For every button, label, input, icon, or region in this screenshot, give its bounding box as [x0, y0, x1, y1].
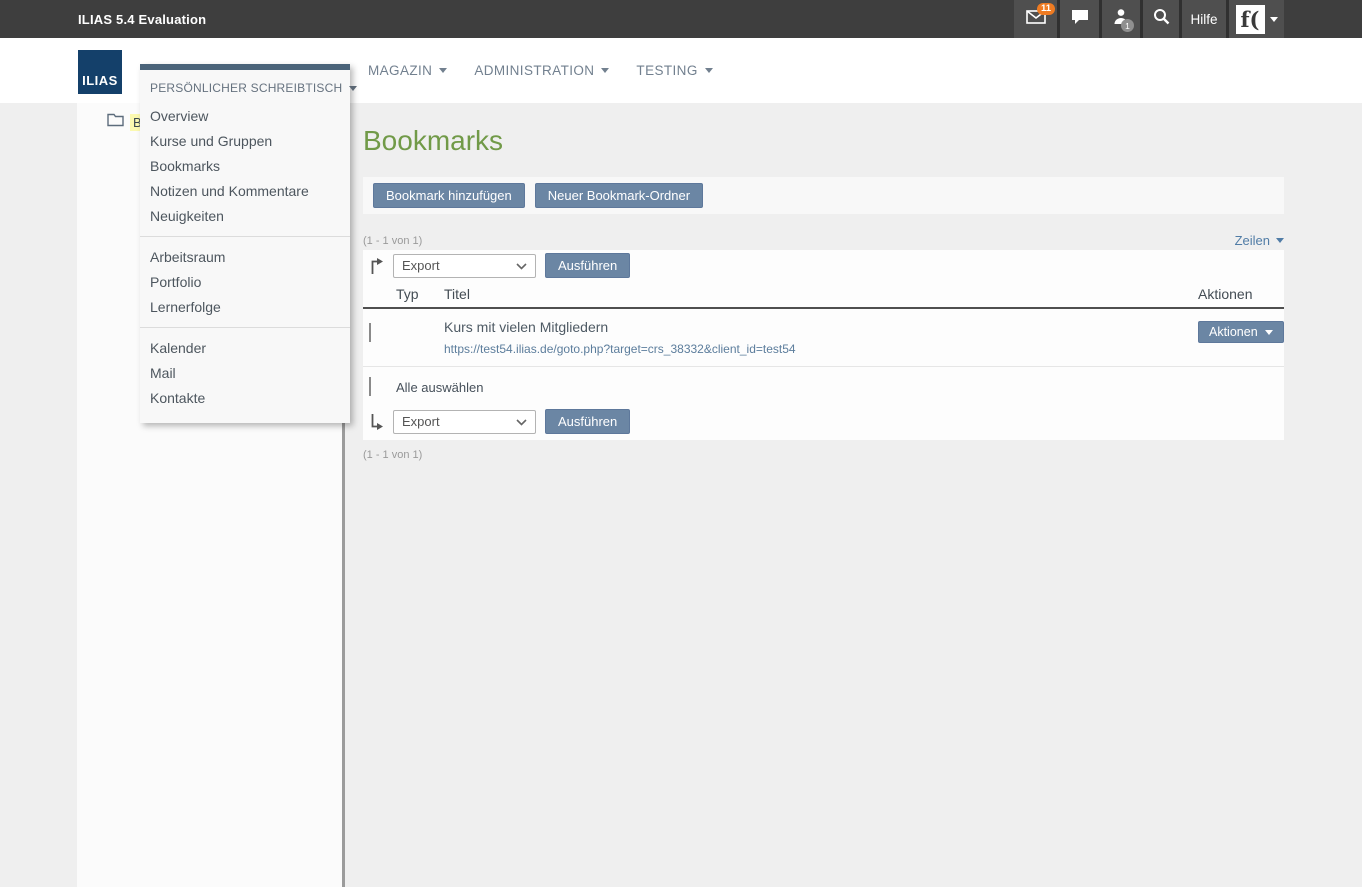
main-nav: MAGAZIN ADMINISTRATION TESTING — [368, 38, 713, 103]
ilias-logo[interactable]: ILIAS — [78, 50, 122, 94]
column-titel[interactable]: Titel — [444, 286, 1198, 302]
personal-desktop-dropdown: PERSÖNLICHER SCHREIBTISCH Overview Kurse… — [140, 64, 350, 423]
search-button[interactable] — [1143, 0, 1179, 38]
top-bar: ILIAS 5.4 Evaluation 11 1 — [0, 0, 1362, 38]
column-typ[interactable]: Typ — [396, 286, 444, 302]
add-bookmark-button[interactable]: Bookmark hinzufügen — [373, 183, 525, 208]
row-checkbox[interactable] — [369, 323, 371, 342]
select-all-label: Alle auswählen — [396, 380, 483, 395]
mail-button[interactable]: 11 — [1014, 0, 1057, 38]
chevron-down-icon — [705, 68, 713, 73]
help-button[interactable]: Hilfe — [1182, 0, 1226, 38]
dropdown-panel: PERSÖNLICHER SCHREIBTISCH Overview Kurse… — [140, 70, 350, 423]
chevron-down-icon — [601, 68, 609, 73]
column-aktionen: Aktionen — [1198, 286, 1268, 302]
bulk-action-select-bottom[interactable]: Export — [393, 410, 536, 434]
select-chevron-icon — [516, 414, 527, 429]
help-label: Hilfe — [1190, 12, 1217, 27]
table-row: Kurs mit vielen Mitgliedern https://test… — [363, 309, 1284, 367]
menu-item-notizen-und-kommentare[interactable]: Notizen und Kommentare — [140, 179, 350, 204]
nav-personal-desktop[interactable]: PERSÖNLICHER SCHREIBTISCH — [140, 70, 350, 104]
table-header-row: Typ Titel Aktionen — [363, 281, 1284, 309]
bookmark-url-link[interactable]: https://test54.ilias.de/goto.php?target=… — [444, 342, 1198, 356]
menu-item-arbeitsraum[interactable]: Arbeitsraum — [140, 245, 350, 270]
bookmark-title-link[interactable]: Kurs mit vielen Mitgliedern — [444, 319, 1198, 335]
execute-button-top[interactable]: Ausführen — [545, 253, 630, 278]
select-all-checkbox[interactable] — [369, 377, 371, 396]
new-bookmark-folder-button[interactable]: Neuer Bookmark-Ordner — [535, 183, 703, 208]
app-title: ILIAS 5.4 Evaluation — [78, 12, 206, 27]
menu-item-overview[interactable]: Overview — [140, 104, 350, 129]
menu-item-kalender[interactable]: Kalender — [140, 336, 350, 361]
chevron-down-icon — [1265, 330, 1273, 335]
nav-testing[interactable]: TESTING — [636, 63, 712, 78]
table-meta-row: (1 - 1 von 1) Zeilen — [363, 233, 1284, 248]
chat-button[interactable] — [1060, 0, 1099, 38]
page-toolbar: Bookmark hinzufügen Neuer Bookmark-Ordne… — [363, 177, 1284, 214]
bookmarks-table: Export Ausführen Typ Titel Aktionen Kurs… — [363, 250, 1284, 440]
chevron-down-icon — [1276, 238, 1284, 243]
menu-divider — [140, 236, 350, 237]
apply-up-arrow-icon — [369, 257, 384, 275]
main-content: Bookmarks Bookmark hinzufügen Neuer Book… — [363, 103, 1284, 461]
page-title: Bookmarks — [363, 125, 1284, 157]
nav-magazin[interactable]: MAGAZIN — [368, 63, 447, 78]
chevron-down-icon — [439, 68, 447, 73]
chevron-down-icon — [1270, 17, 1278, 22]
row-actions-button[interactable]: Aktionen — [1198, 321, 1284, 343]
bulk-action-select-top[interactable]: Export — [393, 254, 536, 278]
execute-button-bottom[interactable]: Ausführen — [545, 409, 630, 434]
menu-divider — [140, 327, 350, 328]
bulk-action-row-bottom: Export Ausführen — [363, 406, 1284, 440]
menu-item-bookmarks[interactable]: Bookmarks — [140, 154, 350, 179]
result-count-bottom: (1 - 1 von 1) — [363, 449, 1284, 461]
rows-dropdown[interactable]: Zeilen — [1235, 233, 1284, 248]
nav-administration[interactable]: ADMINISTRATION — [474, 63, 609, 78]
apply-down-arrow-icon — [369, 413, 384, 431]
user-count-badge: 1 — [1121, 19, 1134, 32]
search-icon — [1153, 8, 1170, 30]
folder-icon — [107, 113, 124, 132]
menu-item-kontakte[interactable]: Kontakte — [140, 386, 350, 411]
topbar-actions: 11 1 Hilfe f( — [1014, 0, 1284, 38]
menu-item-lernerfolge[interactable]: Lernerfolge — [140, 295, 350, 320]
ilias-screen: ILIAS 5.4 Evaluation 11 1 — [0, 0, 1362, 887]
menu-item-neuigkeiten[interactable]: Neuigkeiten — [140, 204, 350, 229]
user-button[interactable]: 1 — [1102, 0, 1140, 38]
bulk-action-row-top: Export Ausführen — [363, 250, 1284, 281]
menu-item-mail[interactable]: Mail — [140, 361, 350, 386]
select-chevron-icon — [516, 258, 527, 273]
chevron-down-icon — [349, 86, 357, 91]
client-logo: f( — [1236, 5, 1265, 34]
menu-item-kurse-und-gruppen[interactable]: Kurse und Gruppen — [140, 129, 350, 154]
mail-count-badge: 11 — [1037, 3, 1055, 15]
result-count-top: (1 - 1 von 1) — [363, 235, 422, 247]
menu-item-portfolio[interactable]: Portfolio — [140, 270, 350, 295]
select-all-row: Alle auswählen — [363, 367, 1284, 406]
client-logo-button[interactable]: f( — [1229, 0, 1284, 38]
chat-icon — [1071, 9, 1089, 30]
